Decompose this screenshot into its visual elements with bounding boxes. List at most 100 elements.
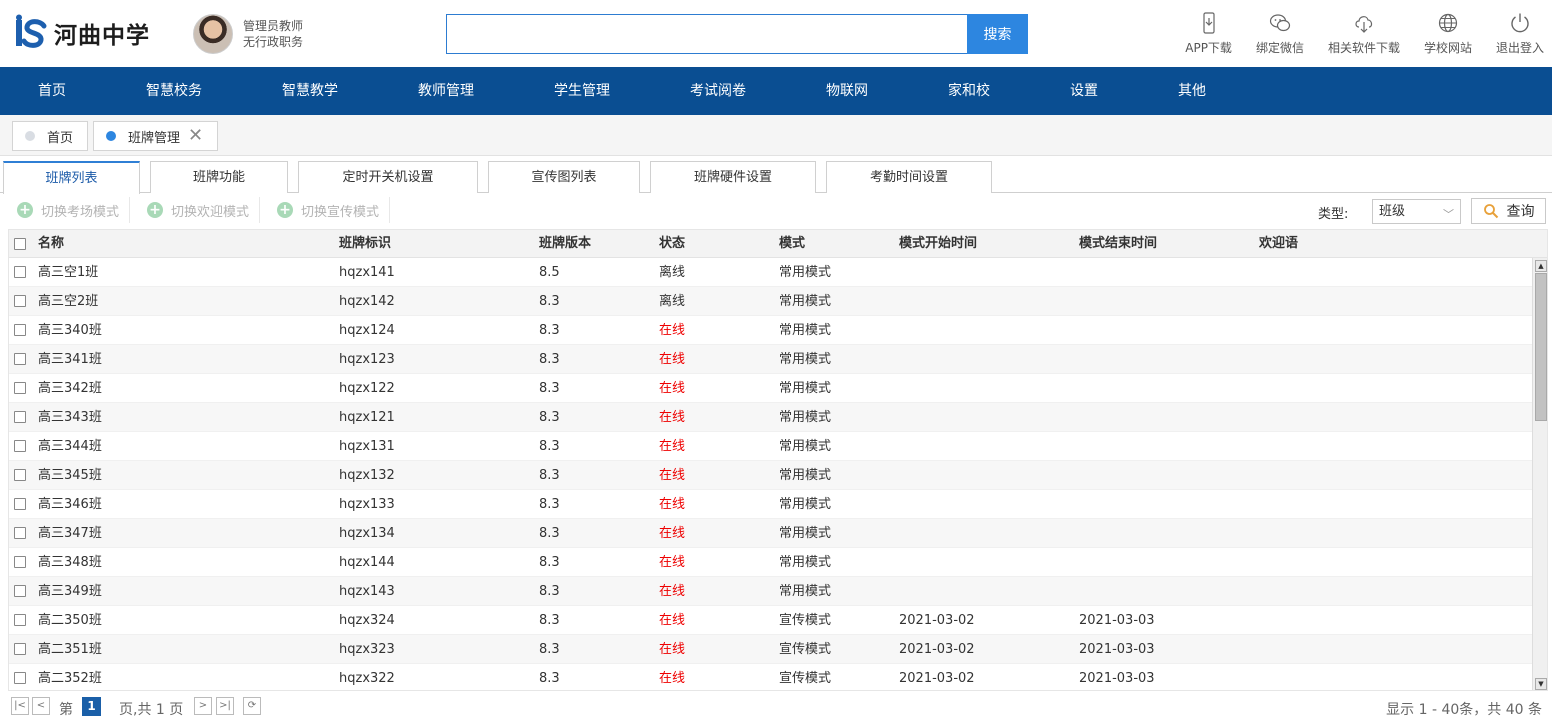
software-download-button[interactable]: 相关软件下载 <box>1328 12 1400 56</box>
school-logo[interactable]: 河曲中学 <box>10 14 150 52</box>
tab-attendance-time[interactable]: 考勤时间设置 <box>826 161 992 193</box>
col-board-id[interactable]: 班牌标识 <box>339 230 391 258</box>
cell-name: 高三347班 <box>38 526 102 541</box>
nav-item-smart-campus[interactable]: 智慧校务 <box>146 67 202 115</box>
table-row[interactable]: 高三344班 hqzx131 8.3 在线 常用模式 <box>9 432 1532 461</box>
classboard-table: 名称 班牌标识 班牌版本 状态 模式 模式开始时间 模式结束时间 欢迎语 高三空… <box>8 229 1548 691</box>
page-tab-home[interactable]: 首页 <box>12 121 88 151</box>
table-row[interactable]: 高三343班 hqzx121 8.3 在线 常用模式 <box>9 403 1532 432</box>
scroll-down-icon[interactable]: ▼ <box>1535 678 1547 690</box>
next-page-icon[interactable]: > <box>194 697 212 715</box>
school-website-button[interactable]: 学校网站 <box>1424 12 1472 56</box>
col-mode-start[interactable]: 模式开始时间 <box>899 230 977 258</box>
cell-board-id: hqzx134 <box>339 526 395 541</box>
cell-name: 高三空1班 <box>38 265 99 280</box>
plus-icon: + <box>147 202 163 218</box>
nav-item-home-school[interactable]: 家和校 <box>948 67 990 115</box>
type-filter-select[interactable]: 班级 ﹀ <box>1372 199 1461 224</box>
app-download-button[interactable]: APP下载 <box>1185 12 1232 56</box>
table-row[interactable]: 高三348班 hqzx144 8.3 在线 常用模式 <box>9 548 1532 577</box>
cell-name: 高三345班 <box>38 468 102 483</box>
table-row[interactable]: 高三345班 hqzx132 8.3 在线 常用模式 <box>9 461 1532 490</box>
table-row[interactable]: 高二352班 hqzx322 8.3 在线 宣传模式 2021-03-02 2021-03-… <box>9 664 1532 690</box>
current-page-input[interactable]: 1 <box>82 697 101 716</box>
search-button[interactable]: 搜索 <box>967 14 1028 54</box>
search-input[interactable] <box>446 14 968 54</box>
tab-hardware-settings[interactable]: 班牌硬件设置 <box>650 161 816 193</box>
col-version[interactable]: 班牌版本 <box>539 230 591 258</box>
nav-item-smart-teaching[interactable]: 智慧教学 <box>282 67 338 115</box>
col-status[interactable]: 状态 <box>659 230 685 258</box>
row-checkbox[interactable] <box>14 527 26 539</box>
user-avatar[interactable] <box>193 14 233 54</box>
cell-board-id: hqzx121 <box>339 410 395 425</box>
nav-item-teacher-mgmt[interactable]: 教师管理 <box>418 67 474 115</box>
row-checkbox[interactable] <box>14 498 26 510</box>
cell-version: 8.3 <box>539 323 560 338</box>
table-row[interactable]: 高三空1班 hqzx141 8.5 离线 常用模式 <box>9 258 1532 287</box>
row-checkbox[interactable] <box>14 353 26 365</box>
nav-item-other[interactable]: 其他 <box>1178 67 1206 115</box>
page-tab-classboard[interactable]: 班牌管理 ✕ <box>93 121 218 151</box>
table-row[interactable]: 高三349班 hqzx143 8.3 在线 常用模式 <box>9 577 1532 606</box>
table-row[interactable]: 高三340班 hqzx124 8.3 在线 常用模式 <box>9 316 1532 345</box>
row-checkbox[interactable] <box>14 643 26 655</box>
plus-icon: + <box>17 202 33 218</box>
row-checkbox[interactable] <box>14 324 26 336</box>
select-all-checkbox[interactable] <box>14 238 26 250</box>
scroll-thumb[interactable] <box>1535 273 1547 421</box>
nav-item-exam[interactable]: 考试阅卷 <box>690 67 746 115</box>
row-checkbox[interactable] <box>14 266 26 278</box>
logout-button[interactable]: 退出登入 <box>1496 12 1544 56</box>
row-checkbox[interactable] <box>14 382 26 394</box>
close-icon[interactable]: ✕ <box>188 127 203 145</box>
query-button[interactable]: 查询 <box>1471 198 1546 224</box>
switch-promo-mode-button[interactable]: + 切换宣传模式 <box>277 197 391 223</box>
first-page-icon[interactable]: |< <box>11 697 29 715</box>
refresh-icon[interactable]: ⟳ <box>243 697 261 715</box>
switch-welcome-mode-button[interactable]: + 切换欢迎模式 <box>147 197 261 223</box>
nav-item-settings[interactable]: 设置 <box>1070 67 1098 115</box>
tool-label: 退出登入 <box>1495 41 1544 55</box>
row-checkbox[interactable] <box>14 585 26 597</box>
cell-version: 8.3 <box>539 584 560 599</box>
col-mode-end[interactable]: 模式结束时间 <box>1079 230 1157 258</box>
tab-classboard-list[interactable]: 班牌列表 <box>3 161 140 194</box>
row-checkbox[interactable] <box>14 469 26 481</box>
row-checkbox[interactable] <box>14 614 26 626</box>
cell-mode: 常用模式 <box>779 265 832 280</box>
row-checkbox[interactable] <box>14 556 26 568</box>
row-checkbox[interactable] <box>14 295 26 307</box>
row-checkbox[interactable] <box>14 672 26 684</box>
col-welcome[interactable]: 欢迎语 <box>1259 230 1298 258</box>
cell-mode-end: 2021-03-03 <box>1079 613 1155 628</box>
table-row[interactable]: 高三341班 hqzx123 8.3 在线 常用模式 <box>9 345 1532 374</box>
table-row[interactable]: 高三346班 hqzx133 8.3 在线 常用模式 <box>9 490 1532 519</box>
row-checkbox[interactable] <box>14 411 26 423</box>
cell-status: 在线 <box>659 555 686 570</box>
row-checkbox[interactable] <box>14 440 26 452</box>
table-row[interactable]: 高三342班 hqzx122 8.3 在线 常用模式 <box>9 374 1532 403</box>
user-role: 管理员教师 <box>243 19 304 33</box>
nav-item-iot[interactable]: 物联网 <box>826 67 868 115</box>
table-row[interactable]: 高三347班 hqzx134 8.3 在线 常用模式 <box>9 519 1532 548</box>
cell-version: 8.5 <box>539 265 560 280</box>
prev-page-icon[interactable]: < <box>32 697 50 715</box>
cell-name: 高二350班 <box>38 613 102 628</box>
col-name[interactable]: 名称 <box>38 230 64 258</box>
bind-wechat-button[interactable]: 绑定微信 <box>1256 12 1304 56</box>
table-row[interactable]: 高二350班 hqzx324 8.3 在线 宣传模式 2021-03-02 2021-03-… <box>9 606 1532 635</box>
table-row[interactable]: 高三空2班 hqzx142 8.3 离线 常用模式 <box>9 287 1532 316</box>
col-mode[interactable]: 模式 <box>779 230 805 258</box>
switch-exam-mode-button[interactable]: + 切换考场模式 <box>17 197 131 223</box>
tab-classboard-functions[interactable]: 班牌功能 <box>150 161 288 193</box>
vertical-scrollbar[interactable]: ▲ ▼ <box>1532 258 1547 690</box>
table-row[interactable]: 高二351班 hqzx323 8.3 在线 宣传模式 2021-03-02 2021-03-… <box>9 635 1532 664</box>
scroll-up-icon[interactable]: ▲ <box>1535 260 1547 272</box>
tab-power-schedule[interactable]: 定时开关机设置 <box>298 161 478 193</box>
last-page-icon[interactable]: >| <box>216 697 234 715</box>
nav-item-home[interactable]: 首页 <box>38 67 66 115</box>
tab-promo-images[interactable]: 宣传图列表 <box>488 161 640 193</box>
nav-item-student-mgmt[interactable]: 学生管理 <box>554 67 610 115</box>
cell-board-id: hqzx132 <box>339 468 395 483</box>
